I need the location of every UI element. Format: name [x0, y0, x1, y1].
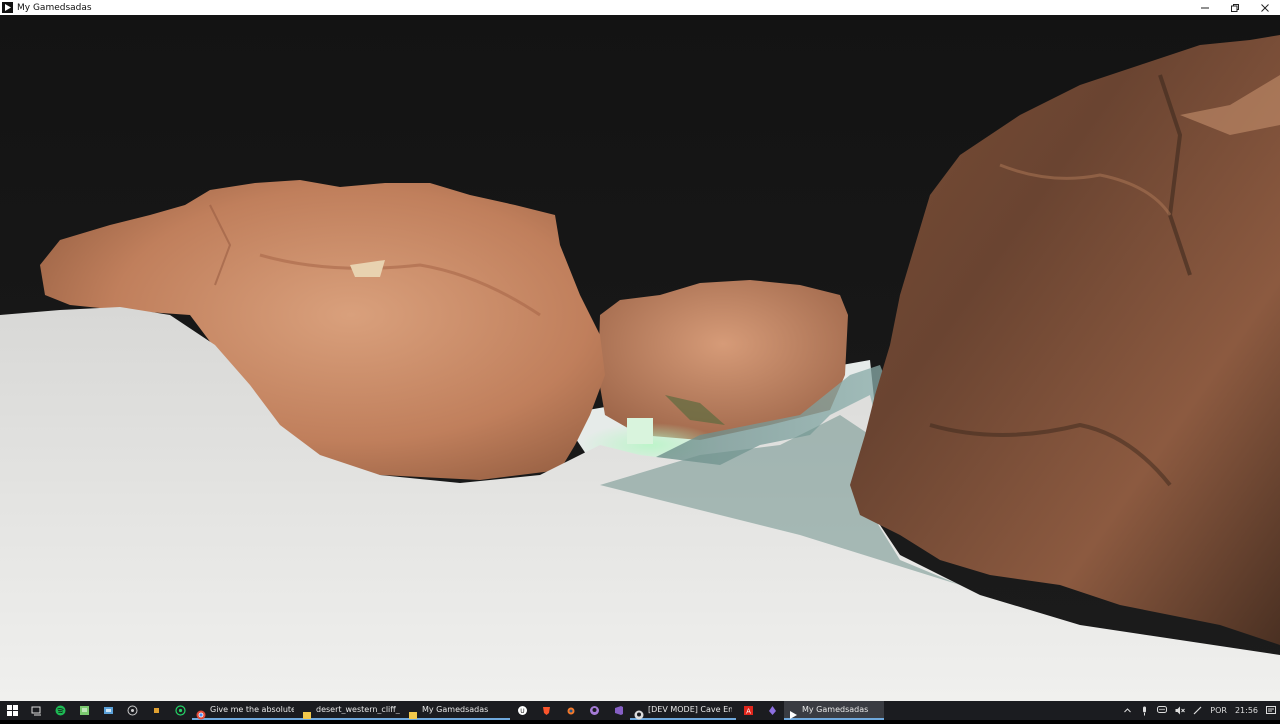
app-icon[interactable]	[144, 701, 168, 720]
taskbar-app-game[interactable]: My Gamedsadas	[784, 701, 884, 720]
taskbar-app-github-desktop[interactable]: [DEV MODE] Cave En...	[630, 701, 736, 720]
obs-icon[interactable]	[120, 701, 144, 720]
pen-icon[interactable]	[1189, 701, 1206, 720]
close-button[interactable]	[1250, 0, 1280, 15]
control-panel-icon[interactable]	[96, 701, 120, 720]
github-desktop-icon	[634, 705, 644, 719]
visual-studio-icon[interactable]	[606, 701, 630, 720]
volume-muted-icon[interactable]	[1171, 701, 1189, 720]
game-app-icon	[2, 2, 13, 13]
task-view-icon[interactable]	[24, 701, 48, 720]
notifications-icon[interactable]	[1262, 701, 1280, 720]
taskbar-app-label: desert_western_cliff_l...	[316, 705, 400, 714]
minimize-button[interactable]	[1190, 0, 1220, 15]
app-purple-icon[interactable]	[760, 701, 784, 720]
brave-icon[interactable]	[534, 701, 558, 720]
chevron-up-icon[interactable]	[1119, 701, 1136, 720]
blender-icon[interactable]	[558, 701, 582, 720]
taskbar-app-label: Give me the absolute ...	[210, 705, 294, 714]
glowing-cube	[627, 418, 653, 444]
game-window-icon	[788, 705, 798, 719]
svg-text:A: A	[746, 708, 751, 716]
restore-button[interactable]	[1220, 0, 1250, 15]
notepad-icon[interactable]	[72, 701, 96, 720]
svg-text:U: U	[520, 708, 524, 715]
taskbar-app-label: My Gamedsadas	[422, 705, 489, 714]
folder-icon	[408, 705, 418, 719]
system-tray: POR 21:56	[1119, 701, 1280, 720]
taskbar-app-folder[interactable]: My Gamedsadas	[404, 701, 510, 720]
chat-icon[interactable]	[1153, 701, 1171, 720]
taskbar-app-chrome[interactable]: Give me the absolute ...	[192, 701, 298, 720]
microphone-icon[interactable]	[1136, 701, 1153, 720]
whatsapp-icon[interactable]	[168, 701, 192, 720]
taskbar-app-label: My Gamedsadas	[802, 705, 869, 714]
chrome-icon	[196, 705, 206, 719]
clock[interactable]: 21:56	[1231, 701, 1262, 720]
github-icon[interactable]	[582, 701, 606, 720]
folder-icon	[302, 705, 312, 719]
windows-taskbar: Give me the absolute ... desert_western_…	[0, 701, 1280, 720]
taskbar-app-label: [DEV MODE] Cave En...	[648, 705, 732, 714]
spotify-icon[interactable]	[48, 701, 72, 720]
taskbar-app-folder[interactable]: desert_western_cliff_l...	[298, 701, 404, 720]
language-indicator[interactable]: POR	[1206, 701, 1231, 720]
unreal-icon[interactable]: U	[510, 701, 534, 720]
game-viewport[interactable]	[0, 15, 1280, 701]
start-icon[interactable]	[0, 701, 24, 720]
acrobat-icon[interactable]: A	[736, 701, 760, 720]
window-title-bar[interactable]: My Gamedsadas	[0, 0, 1280, 15]
window-title: My Gamedsadas	[17, 2, 92, 13]
